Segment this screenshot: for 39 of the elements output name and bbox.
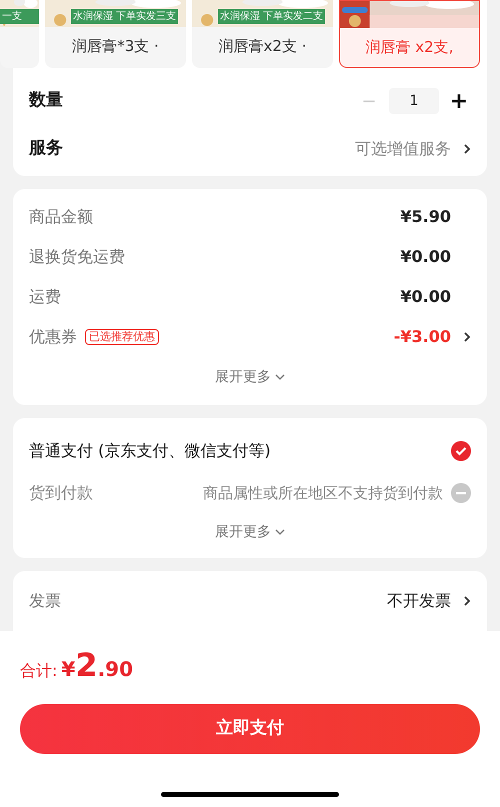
fee-value: ¥0.00 xyxy=(400,246,451,268)
promo-banner: 水润保湿 下单实发二支 xyxy=(218,9,326,24)
payment-label: 货到付款 xyxy=(29,482,93,504)
quantity-label: 数量 xyxy=(29,89,63,112)
variant-option[interactable]: 一支 xyxy=(0,0,39,68)
fee-label: 运费 xyxy=(29,286,61,308)
invoice-label: 发票 xyxy=(29,590,61,612)
total-price: 合计: ¥2.90 xyxy=(20,648,134,684)
chevron-right-icon xyxy=(463,331,471,343)
invoice-selector[interactable]: 不开发票 xyxy=(387,589,471,613)
payment-label: 普通支付 (京东支付、微信支付等) xyxy=(29,440,271,462)
pay-now-button[interactable]: 立即支付 xyxy=(20,704,480,754)
coupon-value[interactable]: -¥3.00 xyxy=(394,325,471,349)
service-label: 服务 xyxy=(29,137,63,160)
fee-value: ¥5.90 xyxy=(400,206,451,228)
chevron-right-icon xyxy=(463,143,471,155)
fee-value: ¥0.00 xyxy=(400,286,451,308)
fee-label: 优惠券 xyxy=(29,326,77,348)
expand-more-button[interactable]: 展开更多 xyxy=(215,522,285,542)
service-selector[interactable]: 可选增值服务 xyxy=(355,137,471,161)
fee-label: 商品金额 xyxy=(29,206,93,228)
chevron-right-icon xyxy=(463,595,471,607)
quantity-field[interactable]: 1 xyxy=(389,88,439,114)
chevron-down-icon xyxy=(275,529,285,535)
variant-label: 润唇膏x2支 · xyxy=(218,36,306,58)
promo-banner: 水润保湿 下单实发三支 xyxy=(71,9,178,24)
variant-option[interactable]: 水润保湿 下单实发二支 润唇膏x2支 · xyxy=(192,0,333,68)
increase-button[interactable]: + xyxy=(447,84,471,118)
expand-more-button[interactable]: 展开更多 xyxy=(215,366,285,388)
variant-label: 润唇膏*3支 · xyxy=(72,36,159,58)
variant-option[interactable]: 润唇膏 x2支, xyxy=(339,0,480,68)
promo-banner: 一支 xyxy=(0,9,39,24)
fee-label: 退换货免运费 xyxy=(29,246,125,268)
payment-option[interactable]: 普通支付 (京东支付、微信支付等) xyxy=(29,430,471,472)
coupon-badge: 已选推荐优惠 xyxy=(85,329,159,345)
payment-note: 商品属性或所在地区不支持货到付款 xyxy=(203,482,443,504)
variant-option[interactable]: 水润保湿 下单实发三支 润唇膏*3支 · xyxy=(45,0,186,68)
chevron-down-icon xyxy=(275,374,285,380)
variant-label: 润唇膏 x2支, xyxy=(366,37,454,58)
